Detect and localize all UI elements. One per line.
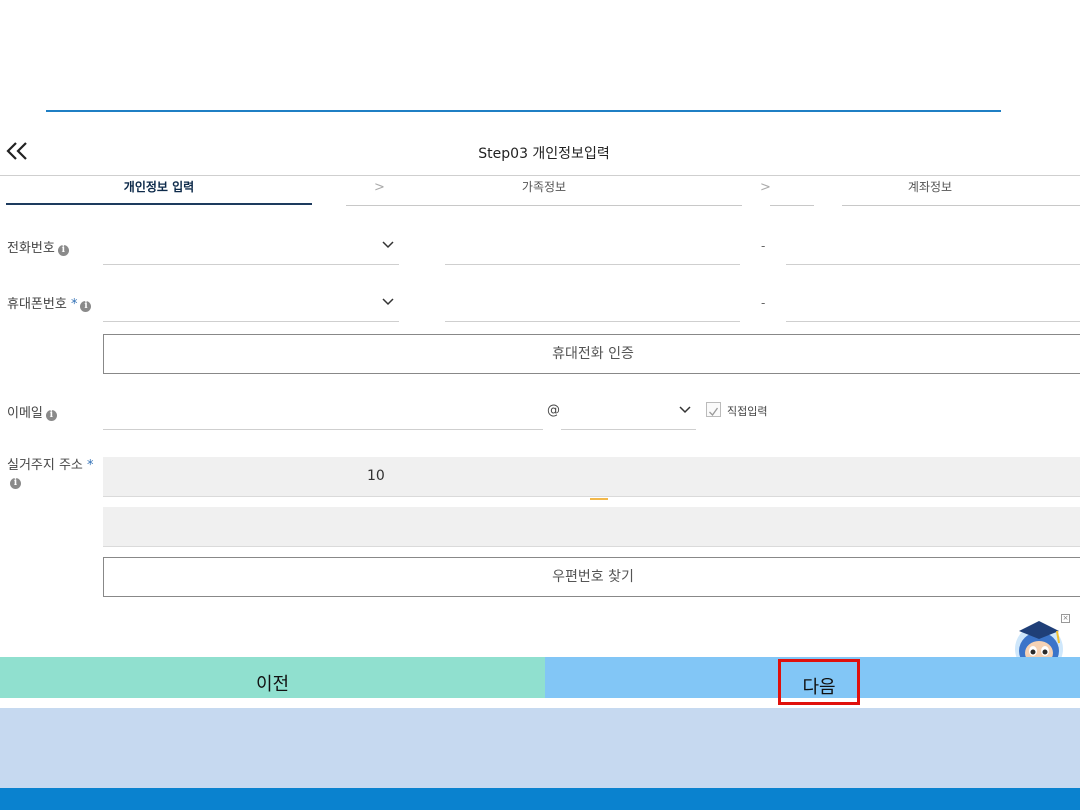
required-mark: * xyxy=(70,297,78,312)
page-title: Step03 개인정보입력 xyxy=(478,146,610,162)
text-cursor-marker xyxy=(590,498,608,500)
chevron-down-icon xyxy=(382,241,394,249)
next-button-label: 다음 xyxy=(802,677,836,698)
info-icon[interactable]: i xyxy=(10,478,21,489)
prev-button-label: 이전 xyxy=(255,674,290,695)
check-icon xyxy=(709,407,719,417)
mobile-dash: - xyxy=(761,296,766,310)
mobile-last-input[interactable] xyxy=(786,284,1080,322)
address-line1-input[interactable]: 10 xyxy=(103,457,1080,497)
footer-panel xyxy=(0,708,1080,788)
email-at-sign: @ xyxy=(547,403,560,418)
phone-label: 전화번호 i xyxy=(7,237,69,256)
tab-account-info-label: 계좌정보 xyxy=(907,180,953,194)
address-label: 실거주지 주소 * i xyxy=(7,458,102,490)
mobile-middle-input[interactable] xyxy=(445,284,740,322)
chevron-down-icon xyxy=(382,298,394,306)
tab-personal-info-label: 개인정보 입력 xyxy=(123,180,195,194)
address-line1-value: 10 xyxy=(367,468,385,484)
info-icon[interactable]: i xyxy=(57,245,69,256)
step-tabs: 개인정보 입력 > 가족정보 > 계좌정보 xyxy=(0,175,1080,207)
tab-personal-info[interactable]: 개인정보 입력 xyxy=(6,176,312,206)
active-tab-indicator xyxy=(6,203,312,205)
direct-input-label: 직접입력 xyxy=(727,405,768,418)
tab-account-info[interactable]: 계좌정보 xyxy=(770,176,1080,206)
phone-middle-input[interactable] xyxy=(445,227,740,265)
mobile-label: 휴대폰번호 * i xyxy=(7,293,92,312)
direct-input-checkbox[interactable] xyxy=(706,402,721,417)
phone-last-input[interactable] xyxy=(786,227,1080,265)
tab-divider xyxy=(770,205,814,206)
close-icon[interactable]: × xyxy=(1061,614,1070,623)
next-button-highlight: 다음 xyxy=(778,659,860,705)
email-label-text: 이메일 xyxy=(7,406,43,421)
address-line2-input[interactable] xyxy=(103,507,1080,547)
footer-bar xyxy=(0,788,1080,810)
email-domain-select[interactable] xyxy=(561,392,696,430)
info-icon[interactable]: i xyxy=(45,410,57,421)
email-label: 이메일 i xyxy=(7,402,57,421)
required-mark: * xyxy=(87,458,94,473)
email-local-input[interactable] xyxy=(103,392,543,430)
mobile-label-text: 휴대폰번호 xyxy=(7,297,67,312)
chevron-down-icon xyxy=(679,406,691,414)
tab-family-info-label: 가족정보 xyxy=(521,180,567,194)
tab-divider xyxy=(346,205,742,206)
phone-dash: - xyxy=(761,239,766,253)
tab-divider xyxy=(842,205,1080,206)
info-icon[interactable]: i xyxy=(80,301,92,312)
header-divider xyxy=(46,110,1001,112)
phone-area-select[interactable] xyxy=(103,227,399,265)
mobile-area-select[interactable] xyxy=(103,284,399,322)
phone-label-text: 전화번호 xyxy=(7,241,55,256)
address-label-text: 실거주지 주소 xyxy=(7,458,83,473)
mobile-verify-button[interactable]: 휴대전화 인증 xyxy=(103,334,1080,374)
zip-search-button[interactable]: 우편번호 찾기 xyxy=(103,557,1080,597)
prev-button[interactable]: 이전 xyxy=(0,657,545,698)
next-button[interactable]: 다음 xyxy=(545,657,1080,705)
tab-family-info[interactable]: 가족정보 xyxy=(346,176,742,206)
